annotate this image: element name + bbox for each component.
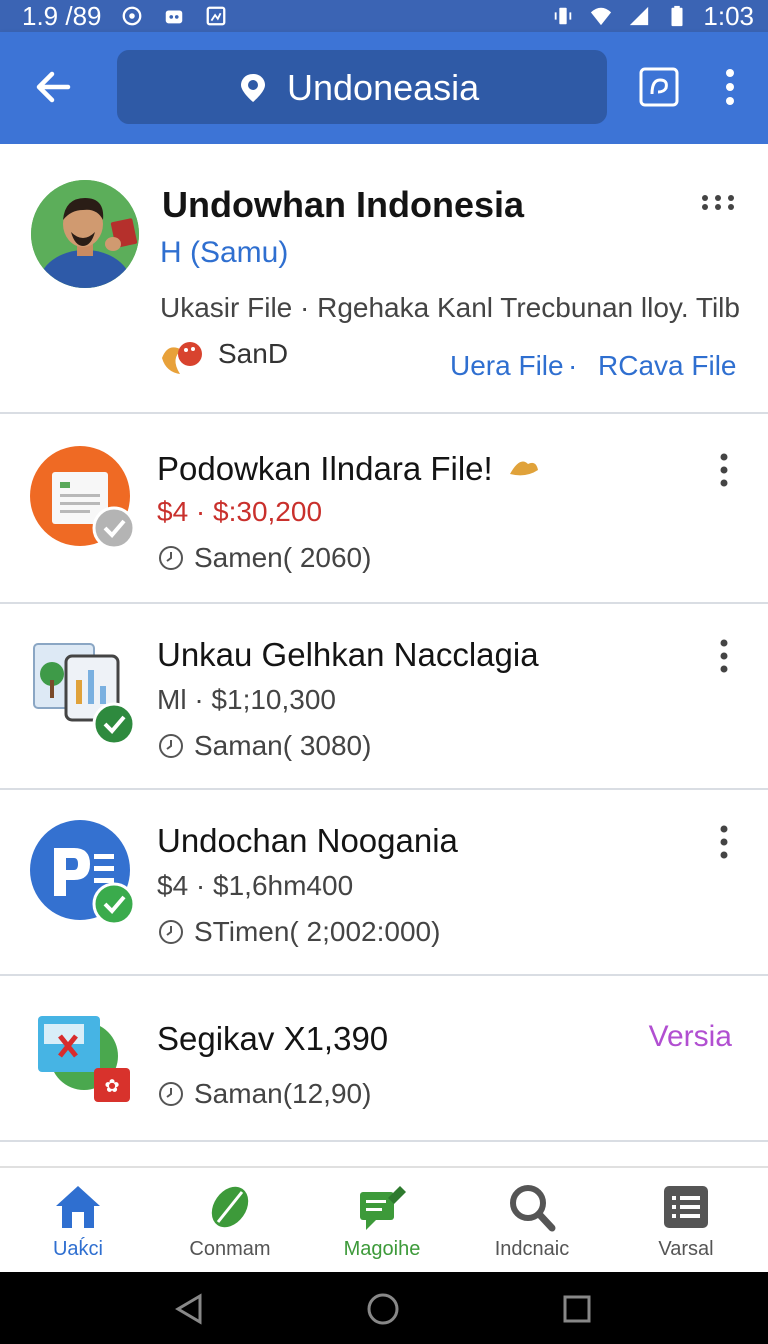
item-menu-icon[interactable] <box>716 638 732 674</box>
nav-varsal[interactable]: Varsal <box>616 1182 756 1261</box>
overflow-menu-icon[interactable] <box>716 66 744 108</box>
message-edit-icon <box>360 1186 406 1230</box>
image-icon <box>206 6 225 26</box>
search-icon <box>510 1185 556 1232</box>
item-title: Unkau Gelhkan Nacclagia <box>157 636 539 673</box>
nav-label: Uaḱci <box>52 1238 103 1260</box>
home-circle-icon[interactable] <box>366 1292 400 1326</box>
list-icon <box>664 1186 708 1228</box>
list-item[interactable]: Podowkan Ilndara File! $4 · $:30,200 Sam… <box>0 414 768 604</box>
list-item[interactable]: Undochan Noogania $4 · $1,6hm400 STimen(… <box>0 790 768 976</box>
signal-icon <box>630 6 649 26</box>
document-icon <box>30 446 136 550</box>
leaf-icon <box>211 1186 249 1228</box>
search-bar[interactable]: Undoneasia <box>117 50 607 124</box>
clock-icon <box>159 1082 183 1106</box>
item-meta: Saman( 3080) <box>158 730 371 762</box>
search-title: Undoneasia <box>287 67 480 108</box>
back-arrow-icon[interactable] <box>28 62 78 112</box>
recents-square-icon[interactable] <box>560 1292 594 1326</box>
more-horizontal-icon[interactable] <box>700 194 736 210</box>
wifi-icon <box>591 7 612 26</box>
battery-icon <box>671 5 683 27</box>
bowling-icon <box>162 342 202 374</box>
item-meta: STimen( 2;002:000) <box>158 916 440 948</box>
list-item[interactable]: Unkau Gelhkan Nacclagia Ml · $1;10,300 S… <box>0 604 768 790</box>
item-title: Segikav X1,390 <box>157 1020 389 1057</box>
list-item[interactable]: ✿ Segikav X1,390 Versia Saman(12,90) <box>0 976 768 1142</box>
item-price: $4 · $:30,200 <box>157 496 323 527</box>
nav-home[interactable]: Uaḱci <box>8 1182 148 1261</box>
save-file-link[interactable]: RCava File <box>598 350 736 382</box>
location-pin-icon <box>241 74 265 102</box>
system-navigation-bar <box>0 1272 768 1344</box>
item-title: Podowkan Ilndara File! <box>157 450 493 487</box>
tablet-chart-icon <box>33 643 136 746</box>
status-bar: 1.9 /89 1:03 <box>0 0 768 32</box>
link-separator: · <box>568 350 578 381</box>
app-bar: Undoneasia <box>0 32 768 144</box>
item-meta-text: Saman( 3080) <box>194 730 372 761</box>
item-meta-text: STimen( 2;002:000) <box>194 916 441 947</box>
home-icon <box>56 1186 100 1228</box>
profile-header-card: Undowhan Indonesia H (Samu) Ukasir File … <box>0 144 768 414</box>
profile-info-line: Ukasir File · Rgehaka Kanl Trecbunan llo… <box>160 292 740 323</box>
view-file-link[interactable]: Uera File <box>450 350 564 382</box>
chat-icon[interactable] <box>638 66 680 108</box>
item-title: Undochan Noogania <box>157 822 458 859</box>
nav-label: Magoihe <box>343 1238 421 1260</box>
item-meta-text: Saman(12,90) <box>194 1078 372 1109</box>
clock-icon <box>159 920 183 944</box>
nav-label: Indcnaic <box>494 1238 570 1260</box>
profile-tag: SanD <box>218 338 289 369</box>
item-meta-text: Samen( 2060) <box>194 542 372 573</box>
profile-title: Undowhan Indonesia <box>162 184 525 225</box>
whatsapp-icon <box>122 6 141 26</box>
status-text: 1.9 /89 <box>22 0 102 31</box>
clock-icon <box>159 546 183 570</box>
back-triangle-icon[interactable] <box>172 1292 206 1326</box>
item-menu-icon[interactable] <box>716 824 732 860</box>
item-meta: Saman(12,90) <box>158 1078 371 1110</box>
bird-icon <box>510 461 538 476</box>
item-menu-icon[interactable] <box>716 452 732 488</box>
nav-search[interactable]: Indcnaic <box>462 1182 602 1261</box>
robot-icon <box>165 10 182 24</box>
nav-label: Varsal <box>658 1238 714 1260</box>
nav-label: Conmam <box>189 1238 271 1260</box>
version-link[interactable]: Versia <box>649 1020 732 1054</box>
bottom-navigation: Uaḱci Conmam Magoihe Indcnaic Varsal <box>0 1166 768 1272</box>
nav-conmam[interactable]: Conmam <box>160 1182 300 1261</box>
item-meta: Samen( 2060) <box>158 542 371 574</box>
item-price: $4 · $1,6hm400 <box>157 870 354 901</box>
item-price: Ml · $1;10,300 <box>157 684 336 715</box>
status-time: 1:03 <box>703 0 754 31</box>
svg-text:✿: ✿ <box>104 1076 119 1097</box>
p-doc-icon <box>30 820 136 926</box>
profile-subtitle[interactable]: H (Samu) <box>160 236 288 270</box>
vibrate-icon <box>555 7 572 25</box>
avatar[interactable] <box>31 180 139 288</box>
nav-magoihe[interactable]: Magoihe <box>312 1182 452 1261</box>
slides-icon: ✿ <box>38 1016 130 1102</box>
clock-icon <box>159 734 183 758</box>
